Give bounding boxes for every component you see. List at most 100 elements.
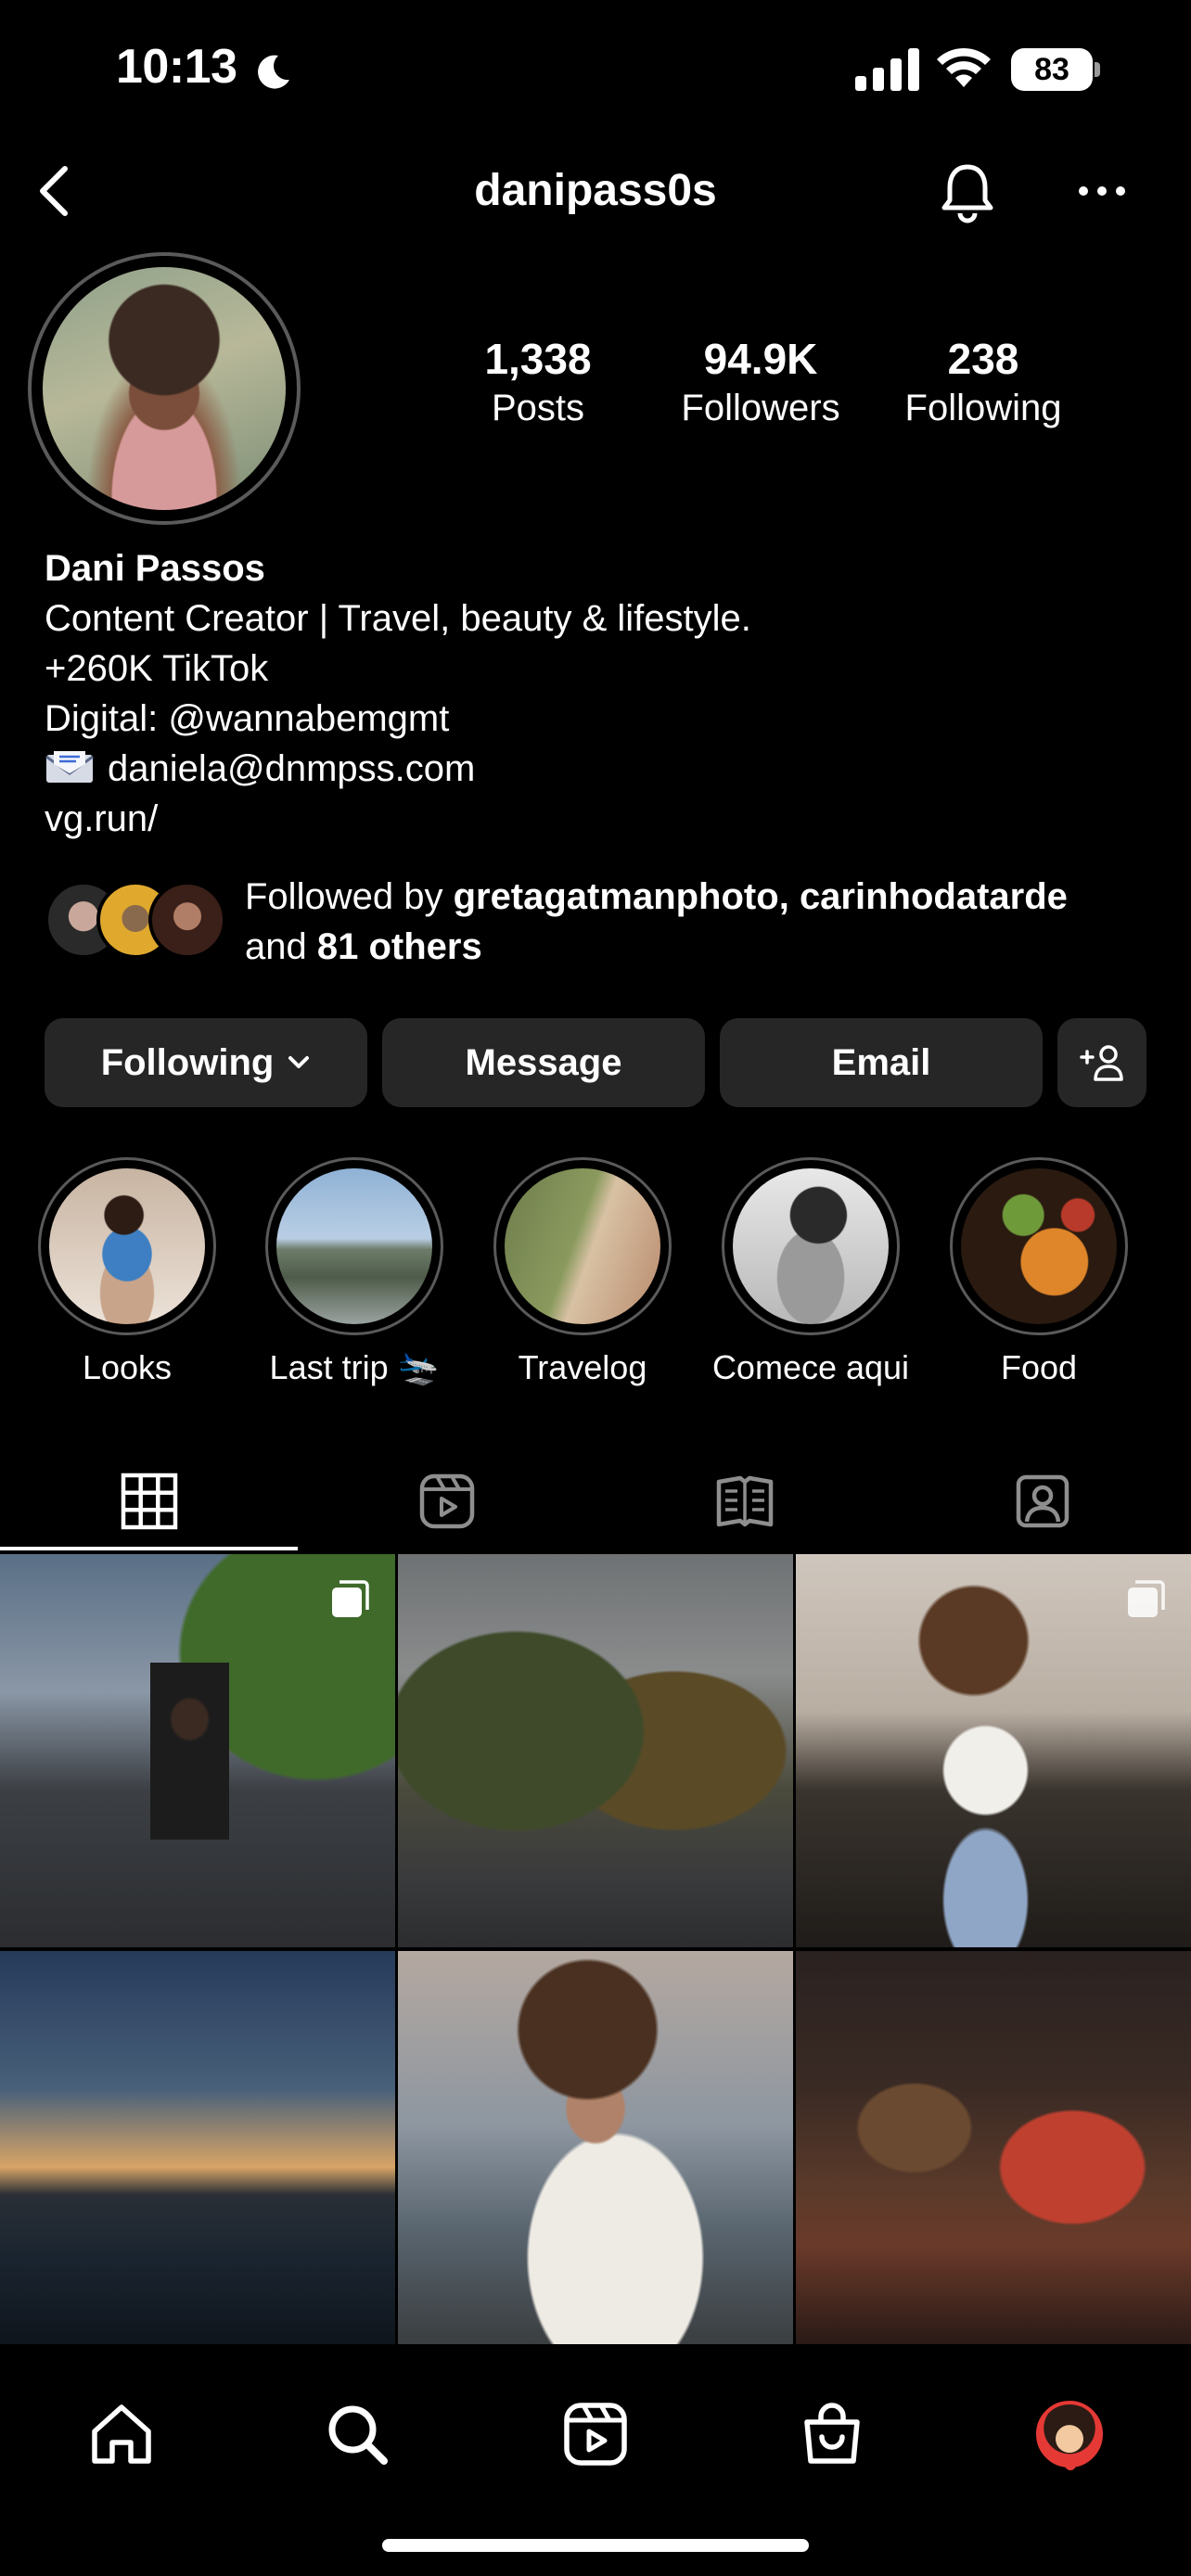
battery-level: 83 bbox=[1011, 48, 1093, 91]
more-options-icon[interactable] bbox=[1074, 172, 1130, 210]
tab-guides[interactable] bbox=[596, 1448, 893, 1554]
profile-header: danipass0s bbox=[0, 139, 1191, 243]
posts-label: Posts bbox=[491, 388, 585, 428]
highlight-cover bbox=[505, 1168, 660, 1324]
suggested-users-button[interactable] bbox=[1057, 1018, 1146, 1107]
home-icon bbox=[92, 2404, 151, 2464]
post-thumbnail[interactable] bbox=[398, 1951, 793, 2344]
highlight-label: Comece aqui bbox=[711, 1348, 910, 1386]
bio-email[interactable]: daniela@dnmpss.com bbox=[108, 748, 475, 789]
home-indicator[interactable] bbox=[382, 2539, 809, 2552]
bio-email-line: daniela@dnmpss.com bbox=[45, 744, 1158, 794]
bio-line-3: Digital: @wannabemgmt bbox=[45, 698, 450, 739]
message-button[interactable]: Message bbox=[382, 1018, 705, 1107]
bell-icon[interactable] bbox=[935, 159, 1000, 224]
followed-by-separator: , bbox=[778, 876, 789, 917]
post-thumbnail[interactable] bbox=[796, 1554, 1191, 1947]
followed-by-and: and bbox=[245, 926, 307, 967]
bio-link[interactable]: vg.run/ bbox=[45, 794, 1158, 844]
followed-by-text: Followed by gretagatmanphoto, carinhodat… bbox=[245, 872, 1172, 972]
highlight-looks[interactable]: Looks bbox=[16, 1157, 238, 1387]
following-stat[interactable]: 238 Following bbox=[890, 334, 1076, 429]
highlight-cover bbox=[49, 1168, 205, 1324]
reels-icon bbox=[564, 2403, 627, 2466]
profile-avatar bbox=[1036, 2401, 1103, 2468]
battery-indicator: 83 bbox=[1011, 48, 1100, 91]
post-thumbnail[interactable] bbox=[0, 1951, 395, 2344]
email-button[interactable]: Email bbox=[720, 1018, 1043, 1107]
highlight-travelog[interactable]: Travelog bbox=[471, 1157, 694, 1387]
tab-tagged[interactable] bbox=[893, 1448, 1191, 1554]
tab-posts-grid[interactable] bbox=[0, 1448, 298, 1554]
following-count: 238 bbox=[947, 335, 1019, 383]
following-label: Following bbox=[904, 388, 1062, 428]
highlight-cover bbox=[276, 1168, 432, 1324]
profile-username: danipass0s bbox=[474, 166, 717, 215]
highlight-cover bbox=[733, 1168, 889, 1324]
followers-stat[interactable]: 94.9K Followers bbox=[659, 334, 863, 429]
battery-tip bbox=[1095, 62, 1100, 77]
post-image bbox=[398, 1554, 793, 1947]
story-highlights: Looks Last trip 🛬 Travelog Comece aqui F… bbox=[0, 1157, 1191, 1389]
follower-avatar bbox=[148, 881, 226, 959]
highlight-food[interactable]: Food bbox=[928, 1157, 1150, 1387]
highlight-ring bbox=[493, 1157, 672, 1335]
highlight-label: Looks bbox=[82, 1348, 173, 1386]
highlight-ring bbox=[38, 1157, 216, 1335]
highlight-label: Travelog bbox=[518, 1348, 647, 1386]
envelope-icon bbox=[45, 751, 94, 783]
bio-line-1: Content Creator | Travel, beauty & lifes… bbox=[45, 598, 751, 639]
followed-by-prefix: Followed by bbox=[245, 876, 443, 917]
add-person-icon bbox=[1080, 1045, 1123, 1081]
nav-home[interactable] bbox=[70, 2383, 173, 2485]
highlight-label: Food bbox=[1000, 1348, 1078, 1386]
highlight-label: Last trip 🛬 bbox=[269, 1348, 440, 1386]
status-time: 10:13 bbox=[116, 40, 237, 94]
highlight-comece-aqui[interactable]: Comece aqui bbox=[699, 1157, 922, 1387]
guides-icon bbox=[716, 1475, 773, 1527]
profile-avatar[interactable] bbox=[43, 267, 286, 510]
reels-icon bbox=[419, 1473, 474, 1529]
post-thumbnail[interactable] bbox=[398, 1554, 793, 1947]
following-button-label: Following bbox=[100, 1041, 275, 1083]
tab-reels[interactable] bbox=[298, 1448, 596, 1554]
tagged-icon bbox=[1016, 1474, 1069, 1528]
followed-by-others: 81 others bbox=[316, 926, 482, 967]
profile-display-name: Dani Passos bbox=[45, 548, 265, 589]
highlight-ring bbox=[950, 1157, 1128, 1335]
status-bar: 10:13 83 bbox=[0, 0, 1191, 139]
notification-dot bbox=[1065, 2459, 1076, 2470]
followed-by-user-2: carinhodatarde bbox=[799, 876, 1068, 917]
followed-by[interactable]: Followed by gretagatmanphoto, carinhodat… bbox=[45, 872, 1167, 974]
post-thumbnail[interactable] bbox=[0, 1554, 395, 1947]
following-button[interactable]: Following bbox=[45, 1018, 367, 1107]
carousel-icon bbox=[1128, 1580, 1165, 1617]
highlight-ring bbox=[722, 1157, 900, 1335]
grid-icon bbox=[121, 1473, 177, 1530]
highlight-last-trip[interactable]: Last trip 🛬 bbox=[243, 1157, 466, 1387]
shop-icon bbox=[804, 2403, 860, 2464]
highlight-ring bbox=[265, 1157, 443, 1335]
cellular-signal-icon bbox=[855, 48, 919, 91]
moon-icon bbox=[258, 55, 289, 89]
post-thumbnail[interactable] bbox=[796, 1951, 1191, 2344]
followers-count: 94.9K bbox=[703, 335, 818, 383]
posts-count: 1,338 bbox=[484, 335, 592, 383]
post-image bbox=[796, 1951, 1191, 2344]
carousel-icon bbox=[332, 1580, 369, 1617]
chevron-down-icon bbox=[288, 1056, 310, 1068]
bio-line-2: +260K TikTok bbox=[45, 648, 269, 689]
profile-actions: Following Message Email bbox=[45, 1018, 1148, 1107]
nav-shop[interactable] bbox=[781, 2383, 883, 2485]
email-button-label: Email bbox=[831, 1041, 931, 1083]
search-icon bbox=[328, 2405, 388, 2465]
followers-label: Followers bbox=[681, 388, 840, 428]
posts-stat[interactable]: 1,338 Posts bbox=[464, 334, 612, 429]
nav-reels[interactable] bbox=[544, 2383, 647, 2485]
posts-grid bbox=[0, 1554, 1191, 2344]
nav-search[interactable] bbox=[306, 2383, 408, 2485]
profile-stats: 1,338 Posts 94.9K Followers 238 Followin… bbox=[464, 334, 1095, 445]
post-image bbox=[398, 1951, 793, 2344]
wifi-icon bbox=[937, 47, 991, 87]
profile-bio: Dani Passos Content Creator | Travel, be… bbox=[45, 543, 1158, 844]
